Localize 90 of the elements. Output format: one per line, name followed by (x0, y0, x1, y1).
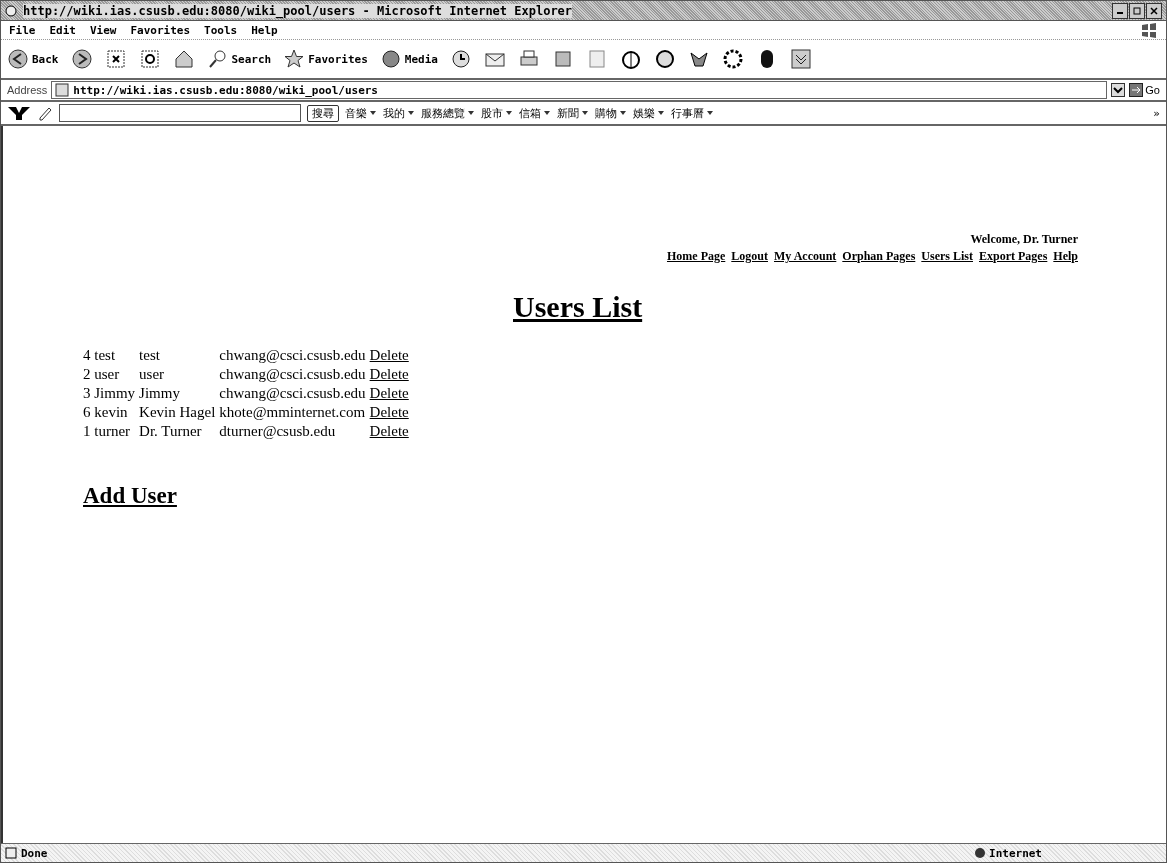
nav-link[interactable]: Users List (921, 249, 973, 264)
nav-link[interactable]: Help (1053, 249, 1078, 264)
delete-link[interactable]: Delete (369, 366, 409, 382)
toolbar-link-text[interactable]: 行事曆 (671, 105, 704, 121)
toolbar-link-text[interactable]: 股市 (481, 105, 503, 121)
windows-logo-icon (1140, 22, 1158, 38)
page-heading: Users List (513, 290, 644, 324)
delete-link[interactable]: Delete (369, 423, 409, 439)
table-cell: 3 Jimmy (83, 384, 140, 403)
menu-item[interactable]: Help (251, 23, 278, 37)
refresh-icon[interactable] (138, 48, 161, 70)
table-cell: 2 user (83, 365, 140, 384)
url-text: http://wiki.ias.csusb.edu:8080/wiki_pool/users (73, 83, 378, 97)
page-icon (55, 83, 70, 97)
nav-link[interactable]: My Account (774, 249, 837, 264)
table-cell: chwang@csci.csusb.edu (219, 365, 370, 384)
table-cell: chwang@csci.csusb.edu (219, 384, 370, 403)
search-icon[interactable] (206, 48, 229, 70)
search-button[interactable]: Search (206, 48, 272, 70)
table-cell: Dr. Turner (139, 422, 220, 441)
status-text: Done (21, 846, 48, 860)
square-icon[interactable] (552, 48, 574, 70)
table-cell: 4 test (83, 346, 140, 365)
circle-icon[interactable] (654, 48, 676, 70)
star-icon[interactable] (283, 48, 306, 70)
table-cell: test (139, 346, 220, 365)
window-title: http://wiki.ias.csusb.edu:8080/wiki_pool/users - Microsoft Internet Explorer (23, 3, 573, 18)
minimize-button[interactable] (1112, 2, 1128, 19)
toolbar-link-text[interactable]: 信箱 (519, 105, 541, 121)
toolbar-link-text[interactable]: 娛樂 (633, 105, 655, 121)
more-button[interactable]: » (1153, 106, 1160, 120)
media-button[interactable]: Media (379, 48, 438, 70)
yahoo-logo-icon[interactable] (7, 105, 31, 121)
pencil-icon[interactable] (37, 105, 53, 121)
toolbar-link-text[interactable]: 新聞 (557, 105, 579, 121)
favorites-button[interactable]: Favorites (283, 48, 368, 70)
menu-item[interactable]: View (90, 23, 117, 37)
zone-text: Internet (989, 846, 1042, 860)
close-icon (1150, 6, 1158, 15)
add-user-link[interactable]: Add User (83, 483, 177, 509)
caret-icon[interactable] (581, 110, 589, 116)
back-button[interactable]: Back (7, 48, 59, 70)
dropdown-icon[interactable] (1111, 83, 1126, 97)
nav-link[interactable]: Logout (731, 249, 768, 264)
table-cell: 1 turner (83, 422, 140, 441)
nav-link[interactable]: Home Page (667, 249, 726, 264)
caret-icon[interactable] (467, 110, 475, 116)
caret-icon[interactable] (543, 110, 551, 116)
delete-link[interactable]: Delete (369, 385, 409, 401)
table-cell: 6 kevin (83, 403, 140, 422)
menu-item[interactable]: File (9, 23, 36, 37)
welcome-text: Welcome, Dr. Turner (969, 232, 1078, 247)
table-cell: dturner@csusb.edu (219, 422, 370, 441)
toolbar-link-text[interactable]: 服務總覽 (421, 105, 465, 121)
table-cell: khote@mminternet.com (219, 403, 370, 422)
maximize-button[interactable] (1129, 2, 1145, 19)
table-cell: Jimmy (139, 384, 220, 403)
caret-icon[interactable] (657, 110, 665, 116)
toolbar-link-text[interactable]: 購物 (595, 105, 617, 121)
caret-icon[interactable] (407, 110, 415, 116)
history-icon[interactable] (450, 48, 472, 70)
maximize-icon (1133, 6, 1141, 15)
page-icon (5, 4, 17, 17)
caret-icon[interactable] (619, 110, 627, 116)
chevron-down-icon[interactable] (790, 48, 812, 70)
close-button[interactable] (1146, 2, 1162, 19)
menu-item[interactable]: Favorites (130, 23, 191, 37)
toolbar-link-text[interactable]: 音樂 (345, 105, 367, 121)
search-field[interactable] (59, 104, 301, 122)
table-cell: Kevin Hagel (139, 403, 220, 422)
menu-item[interactable]: Tools (204, 23, 238, 37)
stop-icon[interactable] (104, 48, 127, 70)
nav-link[interactable]: Export Pages (979, 249, 1048, 264)
right-arrow-icon (1129, 83, 1144, 97)
toolbar-link-text[interactable]: 我的 (383, 105, 405, 121)
menu-item[interactable]: Edit (49, 23, 76, 37)
search-button[interactable]: 搜尋 (307, 104, 339, 122)
delete-link[interactable]: Delete (369, 404, 409, 420)
caret-icon[interactable] (369, 110, 377, 116)
address-field[interactable]: http://wiki.ias.csusb.edu:8080/wiki_pool/users (51, 81, 1108, 99)
delete-link[interactable]: Delete (369, 347, 409, 363)
caret-icon[interactable] (706, 110, 714, 116)
home-icon[interactable] (172, 48, 195, 70)
page-icon (5, 847, 17, 859)
address-label: Address (7, 84, 48, 96)
table-cell: chwang@csci.csusb.edu (219, 346, 370, 365)
table-cell: user (139, 365, 220, 384)
go-button[interactable]: Go (1129, 83, 1160, 97)
nav-link[interactable]: Orphan Pages (842, 249, 916, 264)
caret-icon[interactable] (505, 110, 513, 116)
